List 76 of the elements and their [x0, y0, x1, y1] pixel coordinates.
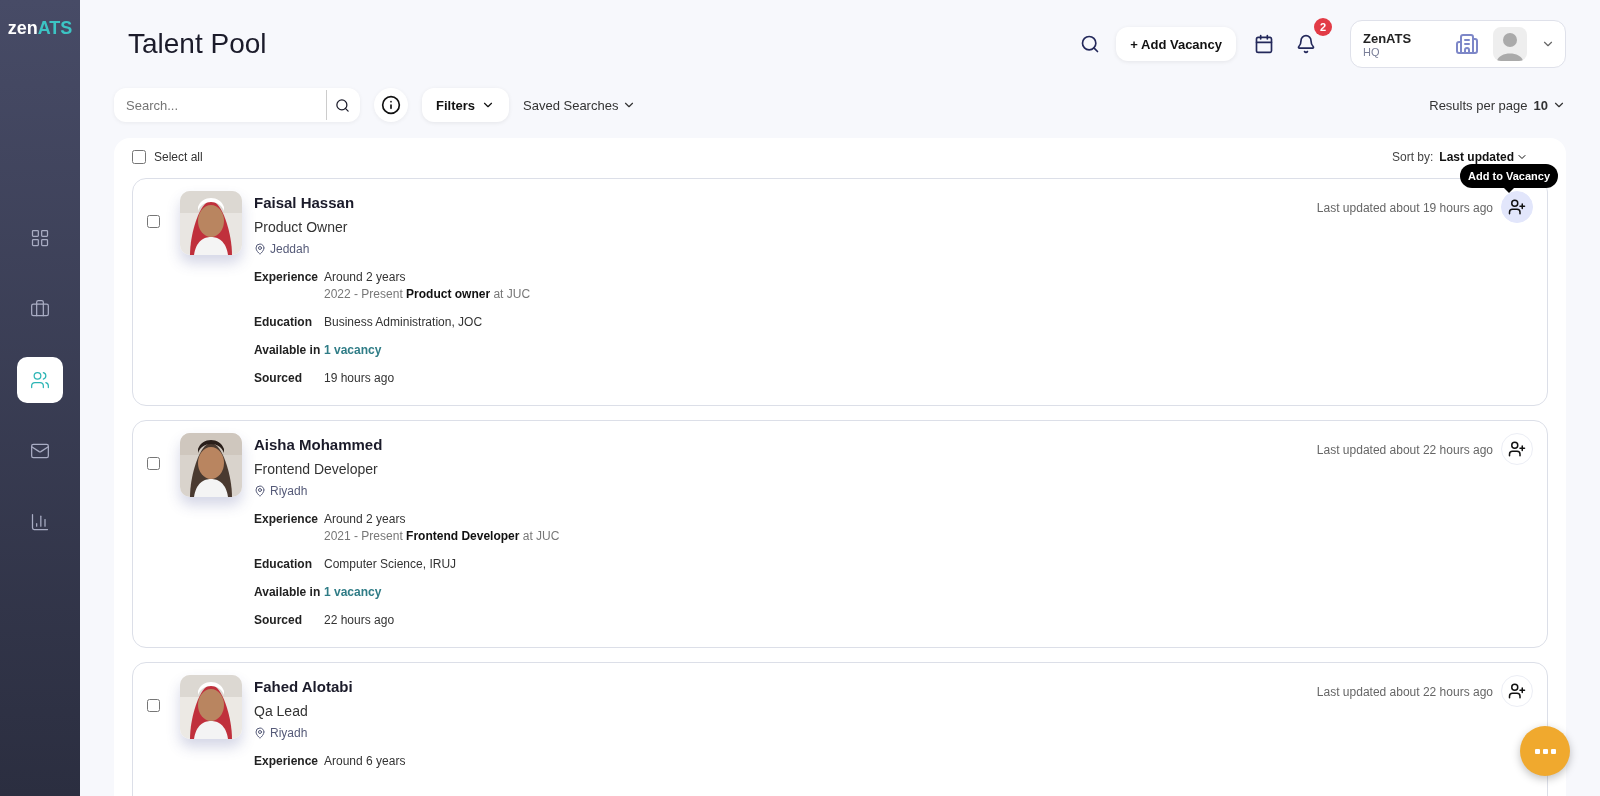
detail-value: Computer Science, IRUJ — [324, 557, 458, 571]
add-to-vacancy-button[interactable] — [1501, 675, 1533, 707]
select-all-label: Select all — [154, 150, 203, 164]
page-title: Talent Pool — [128, 28, 268, 60]
detail-value: Around 2 years — [324, 270, 407, 284]
last-updated: Last updated about 22 hours ago — [1316, 443, 1493, 457]
candidate-name: Faisal Hassan — [254, 194, 356, 211]
calendar-icon — [1254, 34, 1274, 54]
location: Riyadh — [270, 484, 308, 498]
last-updated: Last updated about 22 hours ago — [1316, 685, 1493, 699]
location-pin-icon — [254, 243, 266, 255]
results-per-page-label: Results per page — [1429, 97, 1528, 113]
detail-label: Available in — [254, 585, 322, 599]
account-menu[interactable]: ZenATS HQ — [1350, 20, 1566, 68]
building-icon — [1455, 32, 1479, 56]
vacancy-link[interactable]: 1 vacancy — [324, 585, 1305, 599]
candidate-checkbox[interactable] — [147, 699, 160, 712]
location-pin-icon — [254, 727, 266, 739]
people-icon — [30, 370, 50, 390]
select-all-checkbox[interactable] — [132, 150, 146, 164]
bar-chart-icon — [30, 512, 50, 532]
account-name: ZenATS — [1363, 30, 1413, 46]
dashboard-icon — [30, 228, 50, 248]
info-icon — [381, 95, 401, 115]
search-icon — [335, 97, 350, 113]
detail-label: Experience — [254, 270, 320, 286]
location-pin-icon — [254, 485, 266, 497]
job-title: Product Owner — [254, 219, 349, 235]
detail-value: 2022 - Present Product owner at JUC — [324, 287, 532, 301]
detail-label: Experience — [254, 512, 320, 528]
tooltip: Add to Vacancy — [1460, 164, 1558, 188]
sort-dropdown[interactable]: Last updated — [1439, 150, 1528, 164]
location: Jeddah — [270, 242, 310, 256]
user-plus-icon — [1508, 198, 1526, 216]
location: Riyadh — [270, 726, 308, 740]
detail-label: Available in — [254, 343, 322, 357]
add-vacancy-button[interactable]: + Add Vacancy — [1116, 27, 1236, 61]
tooltip-pointer-icon — [1504, 188, 1515, 193]
results-per-page-dropdown[interactable]: 10 — [1533, 97, 1566, 113]
vacancy-link[interactable]: 1 vacancy — [324, 343, 1305, 357]
bell-icon — [1296, 34, 1316, 54]
candidate-checkbox[interactable] — [147, 215, 160, 228]
last-updated: Last updated about 19 hours ago — [1316, 201, 1493, 215]
search-field[interactable]: Search... — [114, 88, 360, 122]
candidate-name: Aisha Mohammed — [254, 436, 384, 453]
user-plus-icon — [1508, 440, 1526, 458]
detail-value: Around 6 years — [324, 754, 407, 768]
detail-label: Experience — [254, 754, 320, 768]
detail-label: Sourced — [254, 371, 303, 385]
search-icon — [1080, 34, 1101, 54]
sidebar-item[interactable] — [17, 357, 63, 403]
candidate-checkbox[interactable] — [147, 457, 160, 470]
filters-button[interactable]: Filters — [422, 88, 509, 122]
add-to-vacancy-button[interactable] — [1501, 191, 1533, 223]
job-title: Qa Lead — [254, 703, 309, 719]
notification-badge: 2 — [1314, 18, 1332, 36]
mail-icon — [30, 441, 50, 461]
detail-label: Education — [254, 315, 313, 329]
account-branch: HQ — [1363, 45, 1381, 58]
add-to-vacancy-button[interactable] — [1501, 433, 1533, 465]
detail-label: Education — [254, 557, 313, 571]
saved-searches-dropdown[interactable]: Saved Searches — [523, 97, 637, 113]
briefcase-icon — [30, 299, 50, 319]
detail-value: 2021 - Present Frontend Developer at JUC — [324, 529, 561, 543]
detail-value: Business Administration, JOC — [324, 315, 484, 329]
info-button[interactable] — [374, 88, 408, 122]
sort-label: Sort by: — [1391, 150, 1434, 164]
detail-label: Sourced — [254, 613, 303, 627]
user-plus-icon — [1508, 682, 1526, 700]
job-title: Frontend Developer — [254, 461, 379, 477]
candidate-name: Fahed Alotabi — [254, 678, 354, 695]
detail-value: 19 hours ago — [324, 371, 396, 385]
logo: zenATS — [7, 18, 73, 39]
detail-value: Around 2 years — [324, 512, 407, 526]
avatar-icon — [1493, 27, 1527, 61]
detail-value: 22 hours ago — [324, 613, 396, 627]
